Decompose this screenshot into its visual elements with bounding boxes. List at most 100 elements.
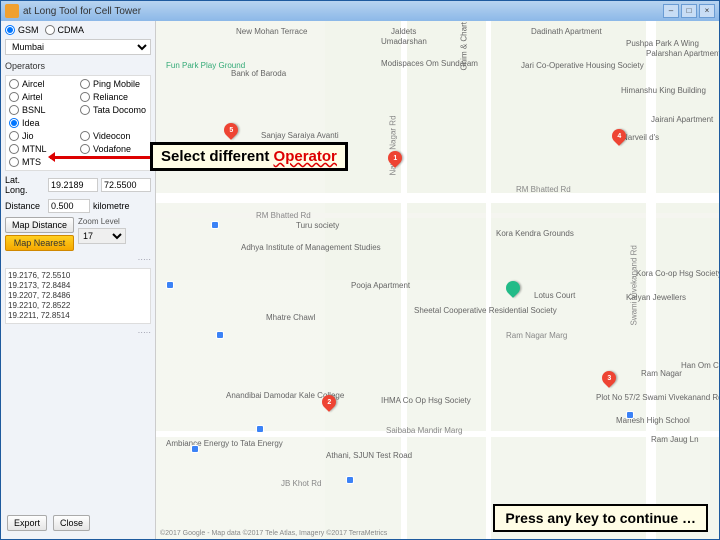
place-label: Palarshan Apartment xyxy=(646,49,719,58)
map-marker[interactable] xyxy=(506,281,520,301)
place-label: Fun Park Play Ground xyxy=(166,61,245,70)
place-label: Ghim & Chart xyxy=(460,22,469,70)
distance-input[interactable] xyxy=(48,199,90,213)
operator-radio[interactable]: BSNL xyxy=(9,105,76,115)
place-label: Han Om CHS xyxy=(681,361,719,370)
place-label: IHMA Co Op Hsg Society xyxy=(381,396,451,405)
place-label: Plot No 57/2 Swami Vivekanand Rd xyxy=(596,393,666,402)
operator-radio[interactable]: Aircel xyxy=(9,79,76,89)
place-label: Umadarshan xyxy=(381,37,427,46)
place-label: Kora Kendra Grounds xyxy=(496,229,574,238)
close-button[interactable]: Close xyxy=(53,515,90,531)
app-icon xyxy=(5,4,19,18)
operator-radio[interactable]: Vodafone xyxy=(80,144,147,154)
place-label: Anandibai Damodar Kale College xyxy=(226,391,306,400)
poi-dot xyxy=(256,425,264,433)
road-label: Swami Vivekanand Rd xyxy=(630,245,639,325)
place-label: Ram Jaug Ln xyxy=(651,435,699,444)
window-title: at Long Tool for Cell Tower xyxy=(23,6,663,17)
continue-prompt: Press any key to continue … xyxy=(493,504,708,532)
place-label: Lotus Court xyxy=(534,291,575,300)
operator-radio[interactable]: Ping Mobile xyxy=(80,79,147,89)
map-marker[interactable]: 3 xyxy=(602,371,616,391)
operator-radio[interactable]: Jio xyxy=(9,131,76,141)
place-label: Himanshu King Building xyxy=(621,86,706,95)
zoom-select[interactable]: 17 xyxy=(78,228,126,244)
map-marker[interactable]: 2 xyxy=(322,395,336,415)
poi-dot xyxy=(216,331,224,339)
result-row: 19.2210, 72.8522 xyxy=(8,301,148,311)
place-label: Bank of Baroda xyxy=(231,69,286,78)
tech-radio-group: GSM CDMA xyxy=(5,25,151,35)
zoom-label: Zoom Level xyxy=(78,217,126,226)
titlebar[interactable]: at Long Tool for Cell Tower – □ × xyxy=(1,1,719,21)
operator-radio[interactable]: Airtel xyxy=(9,92,76,102)
place-label: Sheetal Cooperative Residential Society xyxy=(414,306,504,315)
map-marker[interactable]: 1 xyxy=(388,151,402,171)
place-label: Turu society xyxy=(296,221,339,230)
map-attribution: ©2017 Google - Map data ©2017 Tele Atlas… xyxy=(160,530,387,537)
operator-radio[interactable]: Reliance xyxy=(80,92,147,102)
poi-dot xyxy=(211,221,219,229)
operator-radio xyxy=(80,118,147,128)
place-label: Pushpa Park A Wing xyxy=(626,39,699,48)
distance-label: Distance xyxy=(5,201,45,211)
operator-radio[interactable]: Idea xyxy=(9,118,76,128)
maximize-button[interactable]: □ xyxy=(681,4,697,18)
map-marker[interactable]: 4 xyxy=(612,129,626,149)
map[interactable]: RM Bhatted Rd RM Bhatted Rd Saibaba Mand… xyxy=(156,21,719,539)
annotation-arrow xyxy=(50,156,150,159)
place-label: Jaldets xyxy=(391,27,416,36)
map-nearest-button[interactable]: Map Nearest xyxy=(5,235,74,251)
place-label: Jari Co-Operative Housing Society xyxy=(521,61,611,70)
lat-input[interactable] xyxy=(48,178,98,192)
results-list: 19.2176, 72.551019.2173, 72.848419.2207,… xyxy=(5,268,151,324)
poi-dot xyxy=(346,476,354,484)
annotation-callout: Select different Operator xyxy=(150,142,348,171)
operators-label: Operators xyxy=(5,61,151,71)
result-row: 19.2207, 72.8486 xyxy=(8,291,148,301)
result-row: 19.2173, 72.8484 xyxy=(8,281,148,291)
sidebar: GSM CDMA Mumbai Operators Aircel Ping Mob… xyxy=(1,21,156,539)
place-label: Ambiance Energy to Tata Energy xyxy=(166,439,246,448)
place-label: Narveil d's xyxy=(622,133,659,142)
place-label: Kora Co-op Hsg Society xyxy=(636,269,706,278)
operator-radio[interactable]: Tata Docomo xyxy=(80,105,147,115)
close-window-button[interactable]: × xyxy=(699,4,715,18)
place-label: New Mohan Terrace xyxy=(236,27,307,36)
minimize-button[interactable]: – xyxy=(663,4,679,18)
road-label: RM Bhatted Rd xyxy=(256,211,311,220)
place-label: Pooja Apartment xyxy=(351,281,410,290)
road-label: Saibaba Mandir Marg xyxy=(386,426,462,435)
place-label: Ram Nagar xyxy=(641,369,682,378)
poi-dot xyxy=(191,445,199,453)
gsm-radio[interactable]: GSM xyxy=(5,25,39,35)
place-label: Dadinath Apartment xyxy=(531,27,602,36)
place-label: Kalyan Jewellers xyxy=(626,293,686,302)
distance-unit: kilometre xyxy=(93,201,130,211)
poi-dot xyxy=(166,281,174,289)
divider-dots: ····· xyxy=(5,255,151,264)
city-select[interactable]: Mumbai xyxy=(5,39,151,55)
road-label: Ram Nagar Marg xyxy=(506,331,567,340)
place-label: Jairani Apartment xyxy=(651,115,713,124)
latlong-label: Lat. Long. xyxy=(5,175,45,195)
operator-radio[interactable]: Videocon xyxy=(80,131,147,141)
road-label: RM Bhatted Rd xyxy=(516,185,571,194)
export-button[interactable]: Export xyxy=(7,515,47,531)
road-label: JB Khot Rd xyxy=(281,479,321,488)
place-label: Sanjay Saraiya Avanti xyxy=(261,131,339,140)
lng-input[interactable] xyxy=(101,178,151,192)
cdma-radio[interactable]: CDMA xyxy=(45,25,85,35)
place-label: Athani, SJUN Test Road xyxy=(326,451,412,460)
place-label: Modispaces Om Sundaram xyxy=(381,59,451,68)
result-row: 19.2211, 72.8514 xyxy=(8,311,148,321)
place-label: Adhya Institute of Management Studies xyxy=(241,243,321,252)
divider-dots: ····· xyxy=(5,328,151,337)
map-marker[interactable]: 5 xyxy=(224,123,238,143)
result-row: 19.2176, 72.5510 xyxy=(8,271,148,281)
map-distance-button[interactable]: Map Distance xyxy=(5,217,74,233)
poi-dot xyxy=(626,411,634,419)
app-window: at Long Tool for Cell Tower – □ × GSM CD… xyxy=(0,0,720,540)
place-label: Mhatre Chawl xyxy=(266,313,315,322)
